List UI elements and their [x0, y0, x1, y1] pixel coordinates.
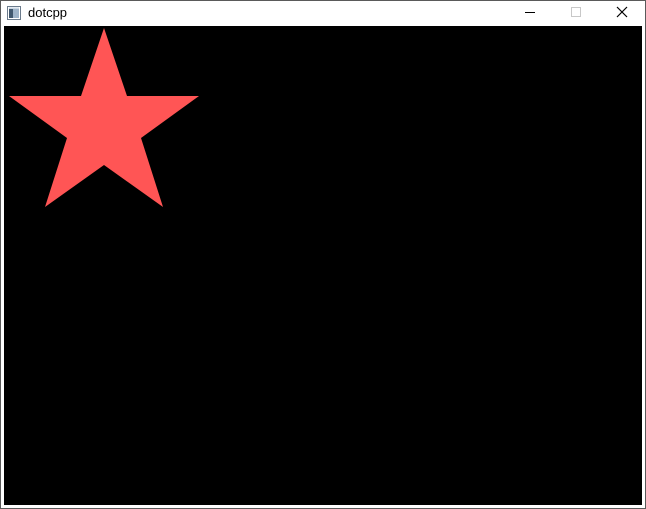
red-star [9, 28, 199, 207]
maximize-button[interactable] [553, 1, 599, 26]
maximize-icon [570, 5, 582, 23]
close-button[interactable] [599, 1, 645, 26]
title-bar[interactable]: dotcpp [1, 1, 645, 26]
minimize-icon [524, 5, 536, 23]
app-window: dotcpp [0, 0, 646, 509]
close-icon [616, 5, 628, 23]
window-title: dotcpp [28, 5, 68, 20]
drawing-canvas[interactable] [4, 26, 642, 505]
app-window-icon [7, 6, 21, 20]
canvas-drawing [9, 28, 199, 207]
minimize-button[interactable] [507, 1, 553, 26]
